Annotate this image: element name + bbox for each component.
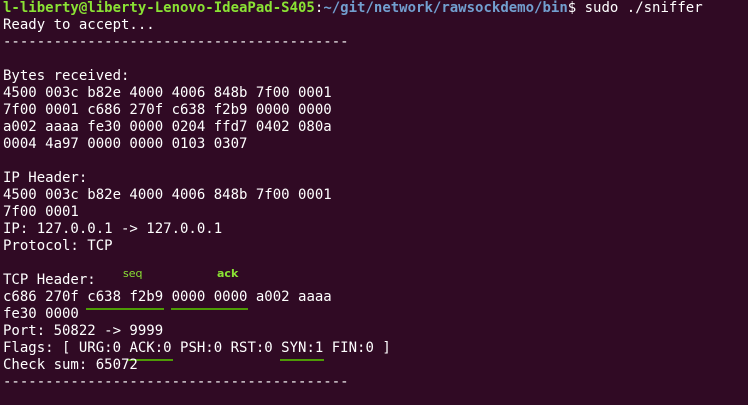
bytes-row-2: 7f00 0001 c686 270f c638 f2b9 0000 0000: [3, 102, 332, 118]
terminal-window[interactable]: l-liberty@liberty-Lenovo-IdeaPad-S405:~/…: [0, 0, 748, 405]
ip-row-2: 7f00 0001: [3, 204, 79, 220]
tcp-row-2: fe30 0000: [3, 306, 79, 322]
bytes-received-heading: Bytes received:: [3, 68, 130, 84]
protocol-line: Protocol: TCP: [3, 238, 113, 254]
ip-address-line: IP: 127.0.0.1 -> 127.0.0.1: [3, 221, 223, 237]
bytes-row-4: 0004 4a97 0000 0000 0103 0307: [3, 136, 248, 152]
ip-row-1: 4500 003c b82e 4000 4006 848b 7f00 0001: [3, 187, 332, 203]
port-line: Port: 50822 -> 9999: [3, 323, 164, 339]
flags-suffix: FIN:0 ]: [323, 340, 391, 356]
flags-middle: PSH:0 RST:0: [171, 340, 282, 356]
flags-prefix: Flags: [ URG:0: [3, 340, 130, 356]
bytes-row-1: 4500 003c b82e 4000 4006 848b 7f00 0001: [3, 85, 332, 101]
prompt-user-host: l-liberty@liberty-Lenovo-IdeaPad-S405: [3, 0, 315, 16]
seq-annotation: seq: [123, 267, 143, 280]
bytes-row-3: a002 aaaa fe30 0000 0204 ffd7 0402 080a: [3, 119, 332, 135]
tcp-row-1: c686 270f c638 f2b9 0000 0000 a002 aaaa: [3, 289, 748, 310]
seq-field-underlined: c638 f2b9: [86, 289, 165, 310]
prompt-path: ~/git/network/rawsockdemo/bin: [323, 0, 568, 16]
tcp-row-1-suffix: a002 aaaa: [247, 289, 332, 305]
flags-line: Flags: [ URG:0 ACK:0 PSH:0 RST:0 SYN:1 F…: [3, 340, 748, 361]
prompt-line: l-liberty@liberty-Lenovo-IdeaPad-S405:~/…: [3, 0, 748, 17]
syn-flag-underlined: SYN:1: [280, 340, 325, 361]
separator-line: ----------------------------------------…: [3, 374, 349, 390]
ready-line: Ready to accept...: [3, 17, 155, 33]
ack-field-underlined: 0000 0000: [170, 289, 249, 310]
checksum-line: Check sum: 65072: [3, 357, 138, 373]
prompt-dollar: $: [567, 0, 577, 16]
ack-annotation: ack: [217, 267, 239, 280]
ack-flag-underlined: ACK:0: [128, 340, 173, 361]
tcp-row-1-prefix: c686 270f: [3, 289, 88, 305]
command-text: sudo ./sniffer: [576, 0, 703, 16]
tcp-row-1-space: [163, 289, 171, 305]
ip-header-heading: IP Header:: [3, 170, 88, 186]
separator-line: ----------------------------------------…: [3, 34, 349, 50]
tcp-header-heading: TCP Header:: [3, 272, 96, 288]
